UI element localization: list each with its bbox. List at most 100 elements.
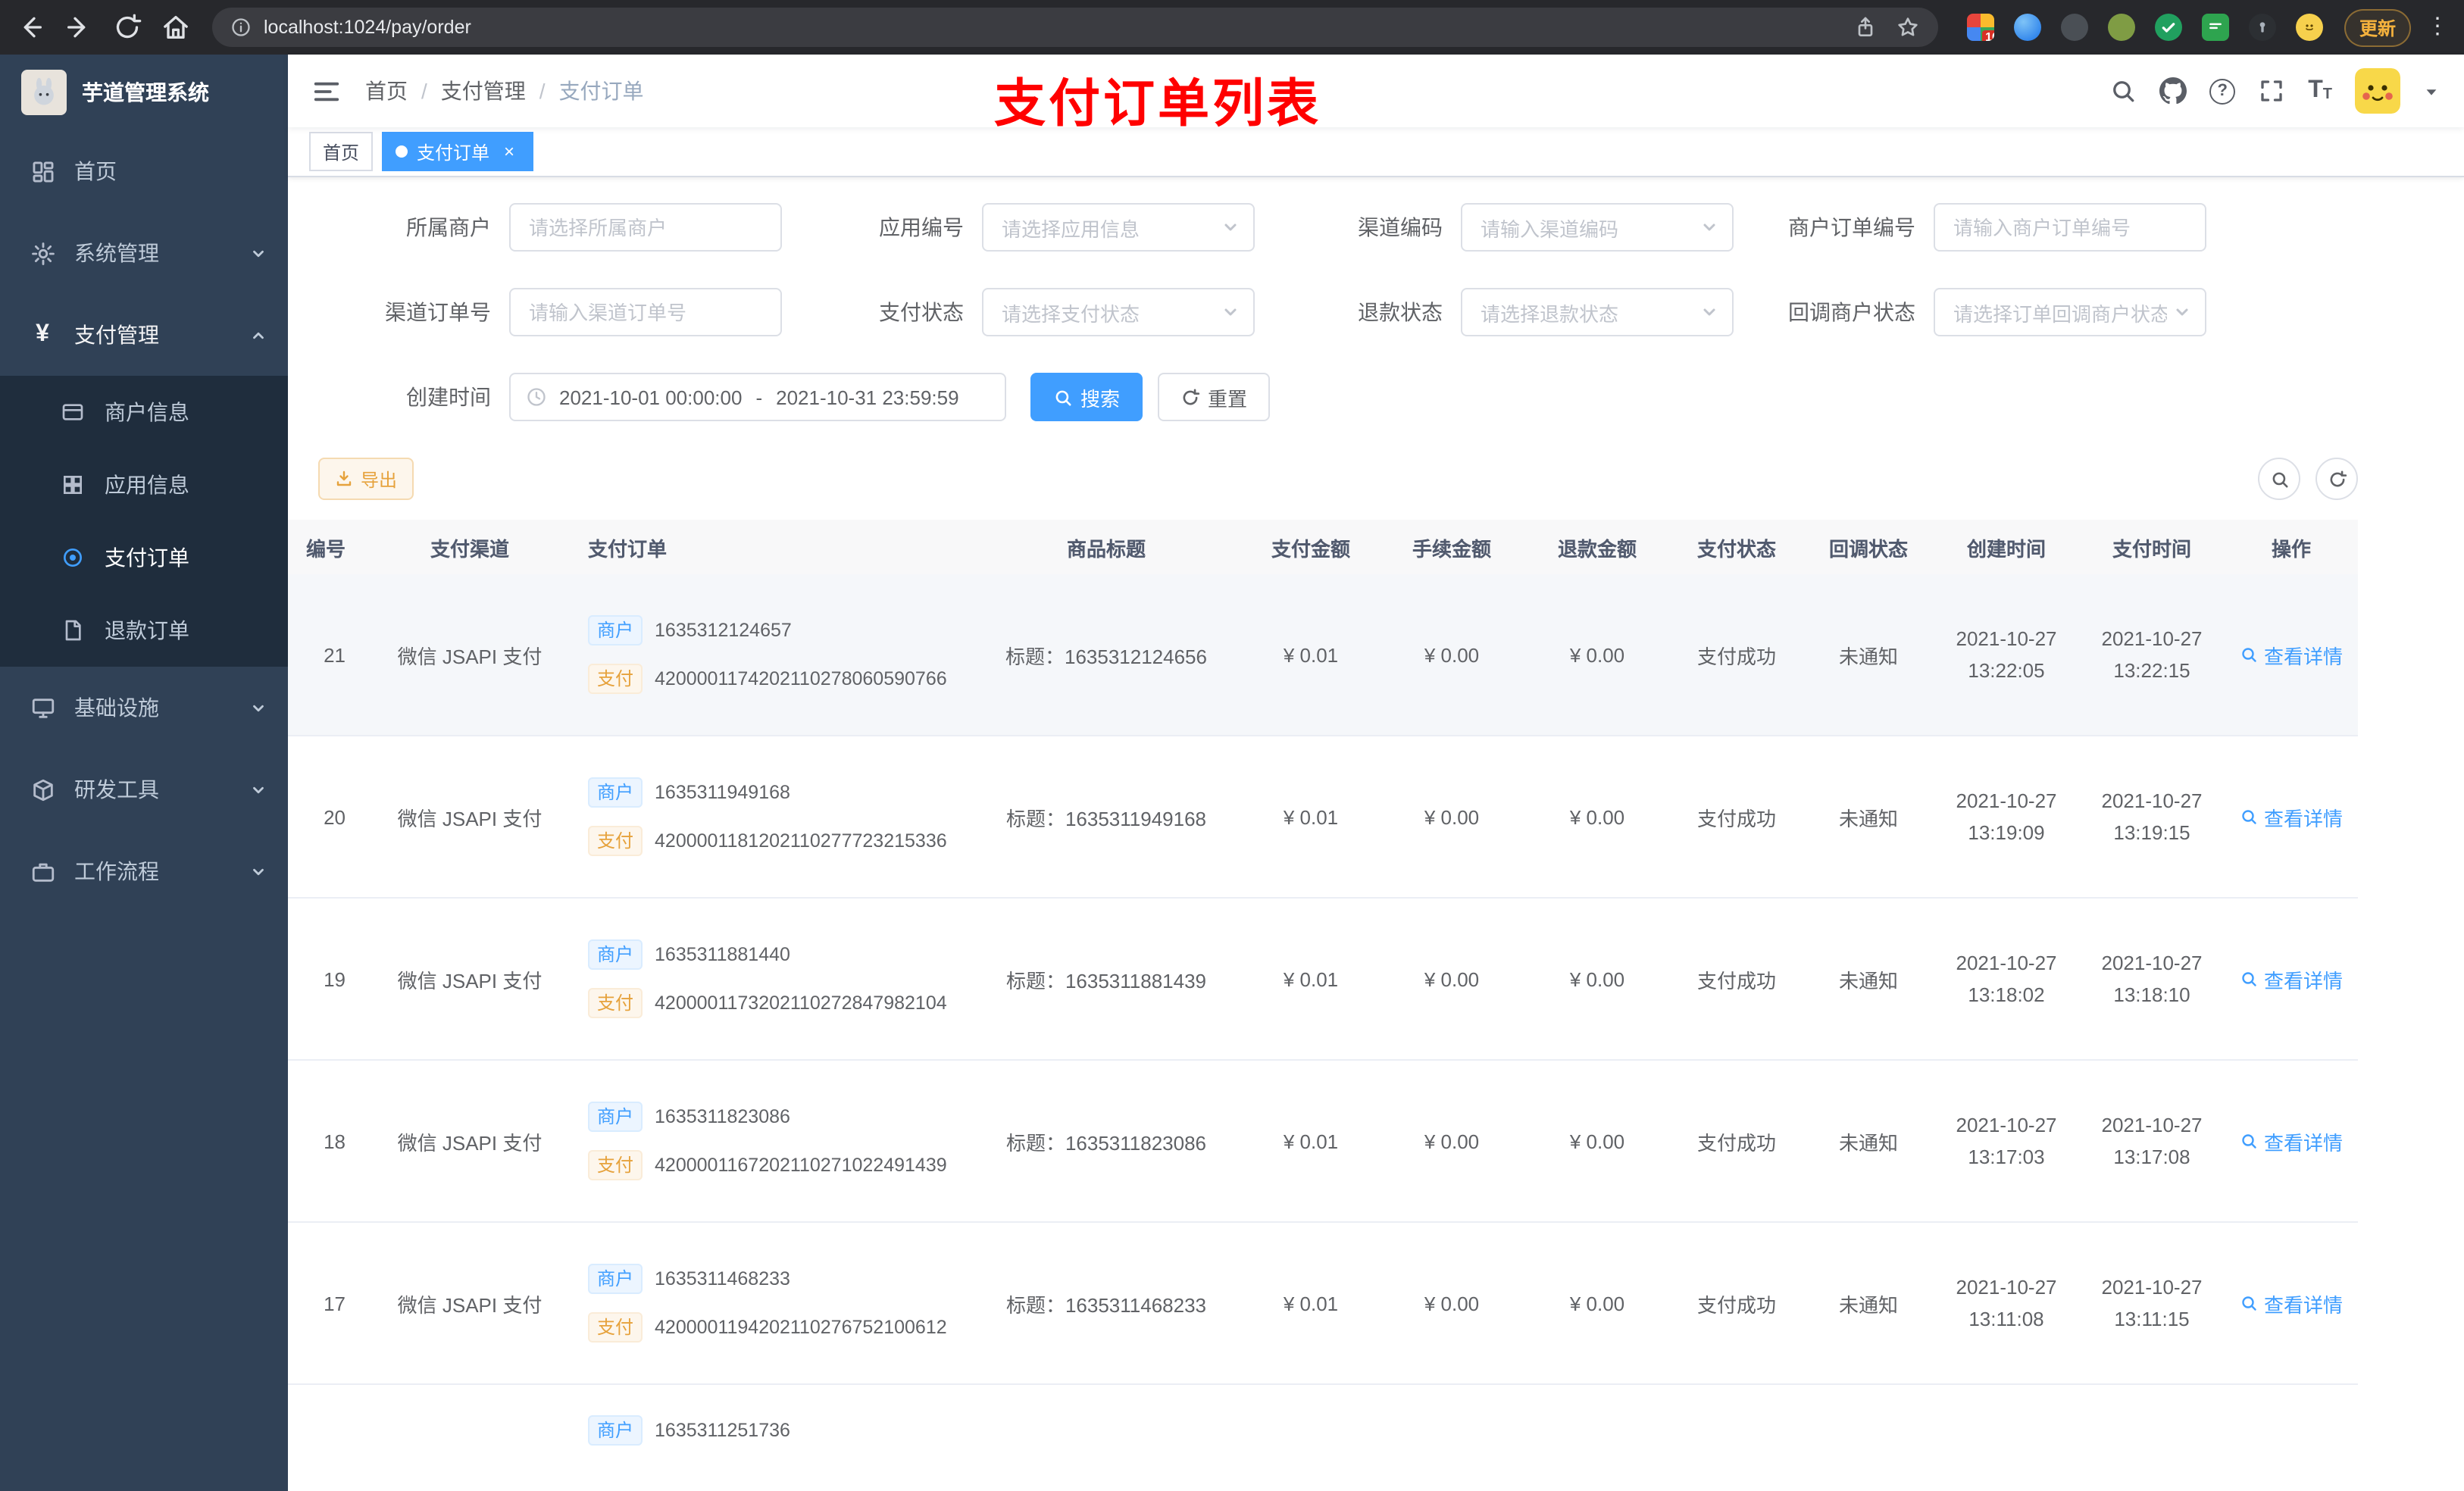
sidebar-item-dev-tools[interactable]: 研发工具 xyxy=(0,749,288,830)
sidebar-item-app-info[interactable]: 应用信息 xyxy=(0,449,288,521)
pay-amount-cell: ¥ 0.01 xyxy=(1283,967,1339,990)
dark-extension-icon[interactable] xyxy=(2060,14,2088,41)
chevron-down-icon xyxy=(1224,308,1237,316)
filter-notify-status: 回调商户状态 请选择订单回调商户状态 xyxy=(1734,288,2206,336)
github-icon[interactable] xyxy=(2159,77,2187,105)
check-icon xyxy=(2162,23,2175,33)
table-row: 20 微信 JSAPI 支付 商户 1635311949168 支付 42000… xyxy=(288,736,2358,899)
refresh-table-button[interactable] xyxy=(2315,458,2358,500)
home-icon[interactable] xyxy=(161,12,191,42)
active-tab-dot xyxy=(396,145,408,158)
sidebar: 芋道管理系统 首页 系统管理 ¥ 支付管理 商户信息 应用信息 支付订单 退款订… xyxy=(0,55,288,1491)
chevron-up-icon xyxy=(253,331,264,339)
share-icon[interactable] xyxy=(1853,15,1878,39)
font-size-icon[interactable]: TT xyxy=(2308,78,2332,103)
notify-status-cell: 未通知 xyxy=(1838,807,1898,830)
breadcrumb-home[interactable]: 首页 xyxy=(365,76,408,106)
app-no-select[interactable]: 请选择应用信息 xyxy=(982,203,1255,252)
view-detail-link[interactable]: 查看详情 xyxy=(2240,1127,2343,1155)
product-title-cell: 标题：1635311823086 xyxy=(1005,1131,1207,1154)
chrome-update-button[interactable]: 更新 xyxy=(2344,8,2411,46)
pay-tag: 支付 xyxy=(588,826,643,856)
pay-status-cell: 支付成功 xyxy=(1696,969,1776,992)
browser-menu-icon[interactable]: ⋮ xyxy=(2426,14,2449,41)
check-extension-icon[interactable] xyxy=(2154,14,2182,41)
olive-extension-icon[interactable] xyxy=(2107,14,2135,41)
fullscreen-icon[interactable] xyxy=(2258,77,2285,105)
sidebar-item-pay-order[interactable]: 支付订单 xyxy=(0,521,288,594)
reload-icon[interactable] xyxy=(112,12,142,42)
create-time-range-picker[interactable]: 2021-10-01 00:00:00 - 2021-10-31 23:59:5… xyxy=(509,373,1006,421)
chevron-down-icon xyxy=(1703,223,1715,231)
bookmark-star-icon[interactable] xyxy=(1896,15,1920,39)
pin-extension-icon[interactable] xyxy=(2248,14,2276,41)
filter-merchant: 所属商户 xyxy=(288,203,782,252)
pay-status-select[interactable]: 请选择支付状态 xyxy=(982,288,1255,336)
sidebar-item-merchant-info[interactable]: 商户信息 xyxy=(0,376,288,449)
forward-icon[interactable] xyxy=(64,12,94,42)
view-detail-link[interactable]: 查看详情 xyxy=(2240,640,2343,669)
briefcase-icon xyxy=(31,862,54,881)
smiley-icon xyxy=(2306,24,2313,30)
extensions-grid-icon[interactable]: 10 xyxy=(1966,14,1994,41)
col-notify-status: 回调状态 xyxy=(1828,537,1908,560)
breadcrumb-payment[interactable]: 支付管理 xyxy=(441,76,526,106)
address-bar[interactable]: localhost:1024/pay/order xyxy=(212,8,1938,47)
notify-status-cell: 未通知 xyxy=(1838,1131,1898,1154)
app-logo[interactable]: 芋道管理系统 xyxy=(0,55,288,130)
sidebar-item-payment[interactable]: ¥ 支付管理 xyxy=(0,294,288,376)
sidebar-item-system[interactable]: 系统管理 xyxy=(0,212,288,294)
col-order: 支付订单 xyxy=(588,537,668,560)
view-detail-link[interactable]: 查看详情 xyxy=(2240,802,2343,831)
channel-order-no-input[interactable] xyxy=(509,288,782,336)
caret-down-icon[interactable] xyxy=(2423,83,2440,99)
notify-status-cell: 未通知 xyxy=(1838,645,1898,667)
order-id-cell: 18 xyxy=(324,1130,346,1152)
notify-status-select[interactable]: 请选择订单回调商户状态 xyxy=(1934,288,2206,336)
sidebar-item-home[interactable]: 首页 xyxy=(0,130,288,212)
clock-icon xyxy=(527,388,546,406)
view-detail-link[interactable]: 查看详情 xyxy=(2240,964,2343,993)
drop-extension-icon[interactable] xyxy=(2013,14,2041,41)
tab-home[interactable]: 首页 xyxy=(309,132,374,172)
product-title-cell: 标题：1635311949168 xyxy=(1005,807,1207,830)
pay-channel-cell: 微信 JSAPI 支付 xyxy=(397,645,543,667)
col-fee: 手续金额 xyxy=(1412,537,1491,560)
help-icon[interactable]: ? xyxy=(2209,78,2236,105)
notify-status-cell: 未通知 xyxy=(1838,969,1898,992)
channel-code-select[interactable]: 请输入渠道编码 xyxy=(1461,203,1734,252)
close-tab-icon[interactable]: × xyxy=(499,141,520,162)
notify-status-cell: 未通知 xyxy=(1838,1293,1898,1316)
refund-status-select[interactable]: 请选择退款状态 xyxy=(1461,288,1734,336)
search-icon[interactable] xyxy=(2109,77,2137,105)
sidebar-item-refund-order[interactable]: 退款订单 xyxy=(0,594,288,667)
toggle-search-button[interactable] xyxy=(2258,458,2300,500)
reset-button[interactable]: 重置 xyxy=(1158,373,1271,421)
user-avatar[interactable] xyxy=(2355,68,2400,114)
create-time-cell: 2021-10-27 13:22:05 xyxy=(1956,627,2057,682)
merchant-tag: 商户 xyxy=(588,615,643,645)
pay-status-cell: 支付成功 xyxy=(1696,1131,1776,1154)
chat-extension-icon[interactable] xyxy=(2201,14,2229,41)
merchant-input[interactable] xyxy=(509,203,782,252)
pay-order-cell: 商户 1635311823086 支付 42000011672021102710… xyxy=(576,1102,970,1180)
col-pay-time: 支付时间 xyxy=(2112,537,2191,560)
url-text[interactable]: localhost:1024/pay/order xyxy=(264,17,1835,38)
search-button[interactable]: 搜索 xyxy=(1030,373,1143,421)
right-toolbar xyxy=(2258,458,2358,500)
app-title: 芋道管理系统 xyxy=(82,80,209,105)
extension-badge: 10 xyxy=(1982,30,1994,41)
merchant-order-no: 1635311468233 xyxy=(655,1268,790,1289)
tab-pay-order[interactable]: 支付订单 × xyxy=(382,132,534,172)
sidebar-fold-icon[interactable] xyxy=(312,77,341,105)
sidebar-item-infrastructure[interactable]: 基础设施 xyxy=(0,667,288,749)
view-detail-link[interactable]: 查看详情 xyxy=(2240,1289,2343,1318)
chevron-down-icon xyxy=(2176,308,2188,316)
export-button[interactable]: 导出 xyxy=(318,458,414,500)
browser-profile-avatar[interactable] xyxy=(2295,14,2323,41)
sidebar-item-workflow[interactable]: 工作流程 xyxy=(0,830,288,912)
info-icon[interactable] xyxy=(230,17,252,38)
table-body: 21 微信 JSAPI 支付 商户 1635312124657 支付 42000… xyxy=(288,574,2358,1385)
back-icon[interactable] xyxy=(15,12,45,42)
merchant-order-no-input[interactable] xyxy=(1934,203,2206,252)
